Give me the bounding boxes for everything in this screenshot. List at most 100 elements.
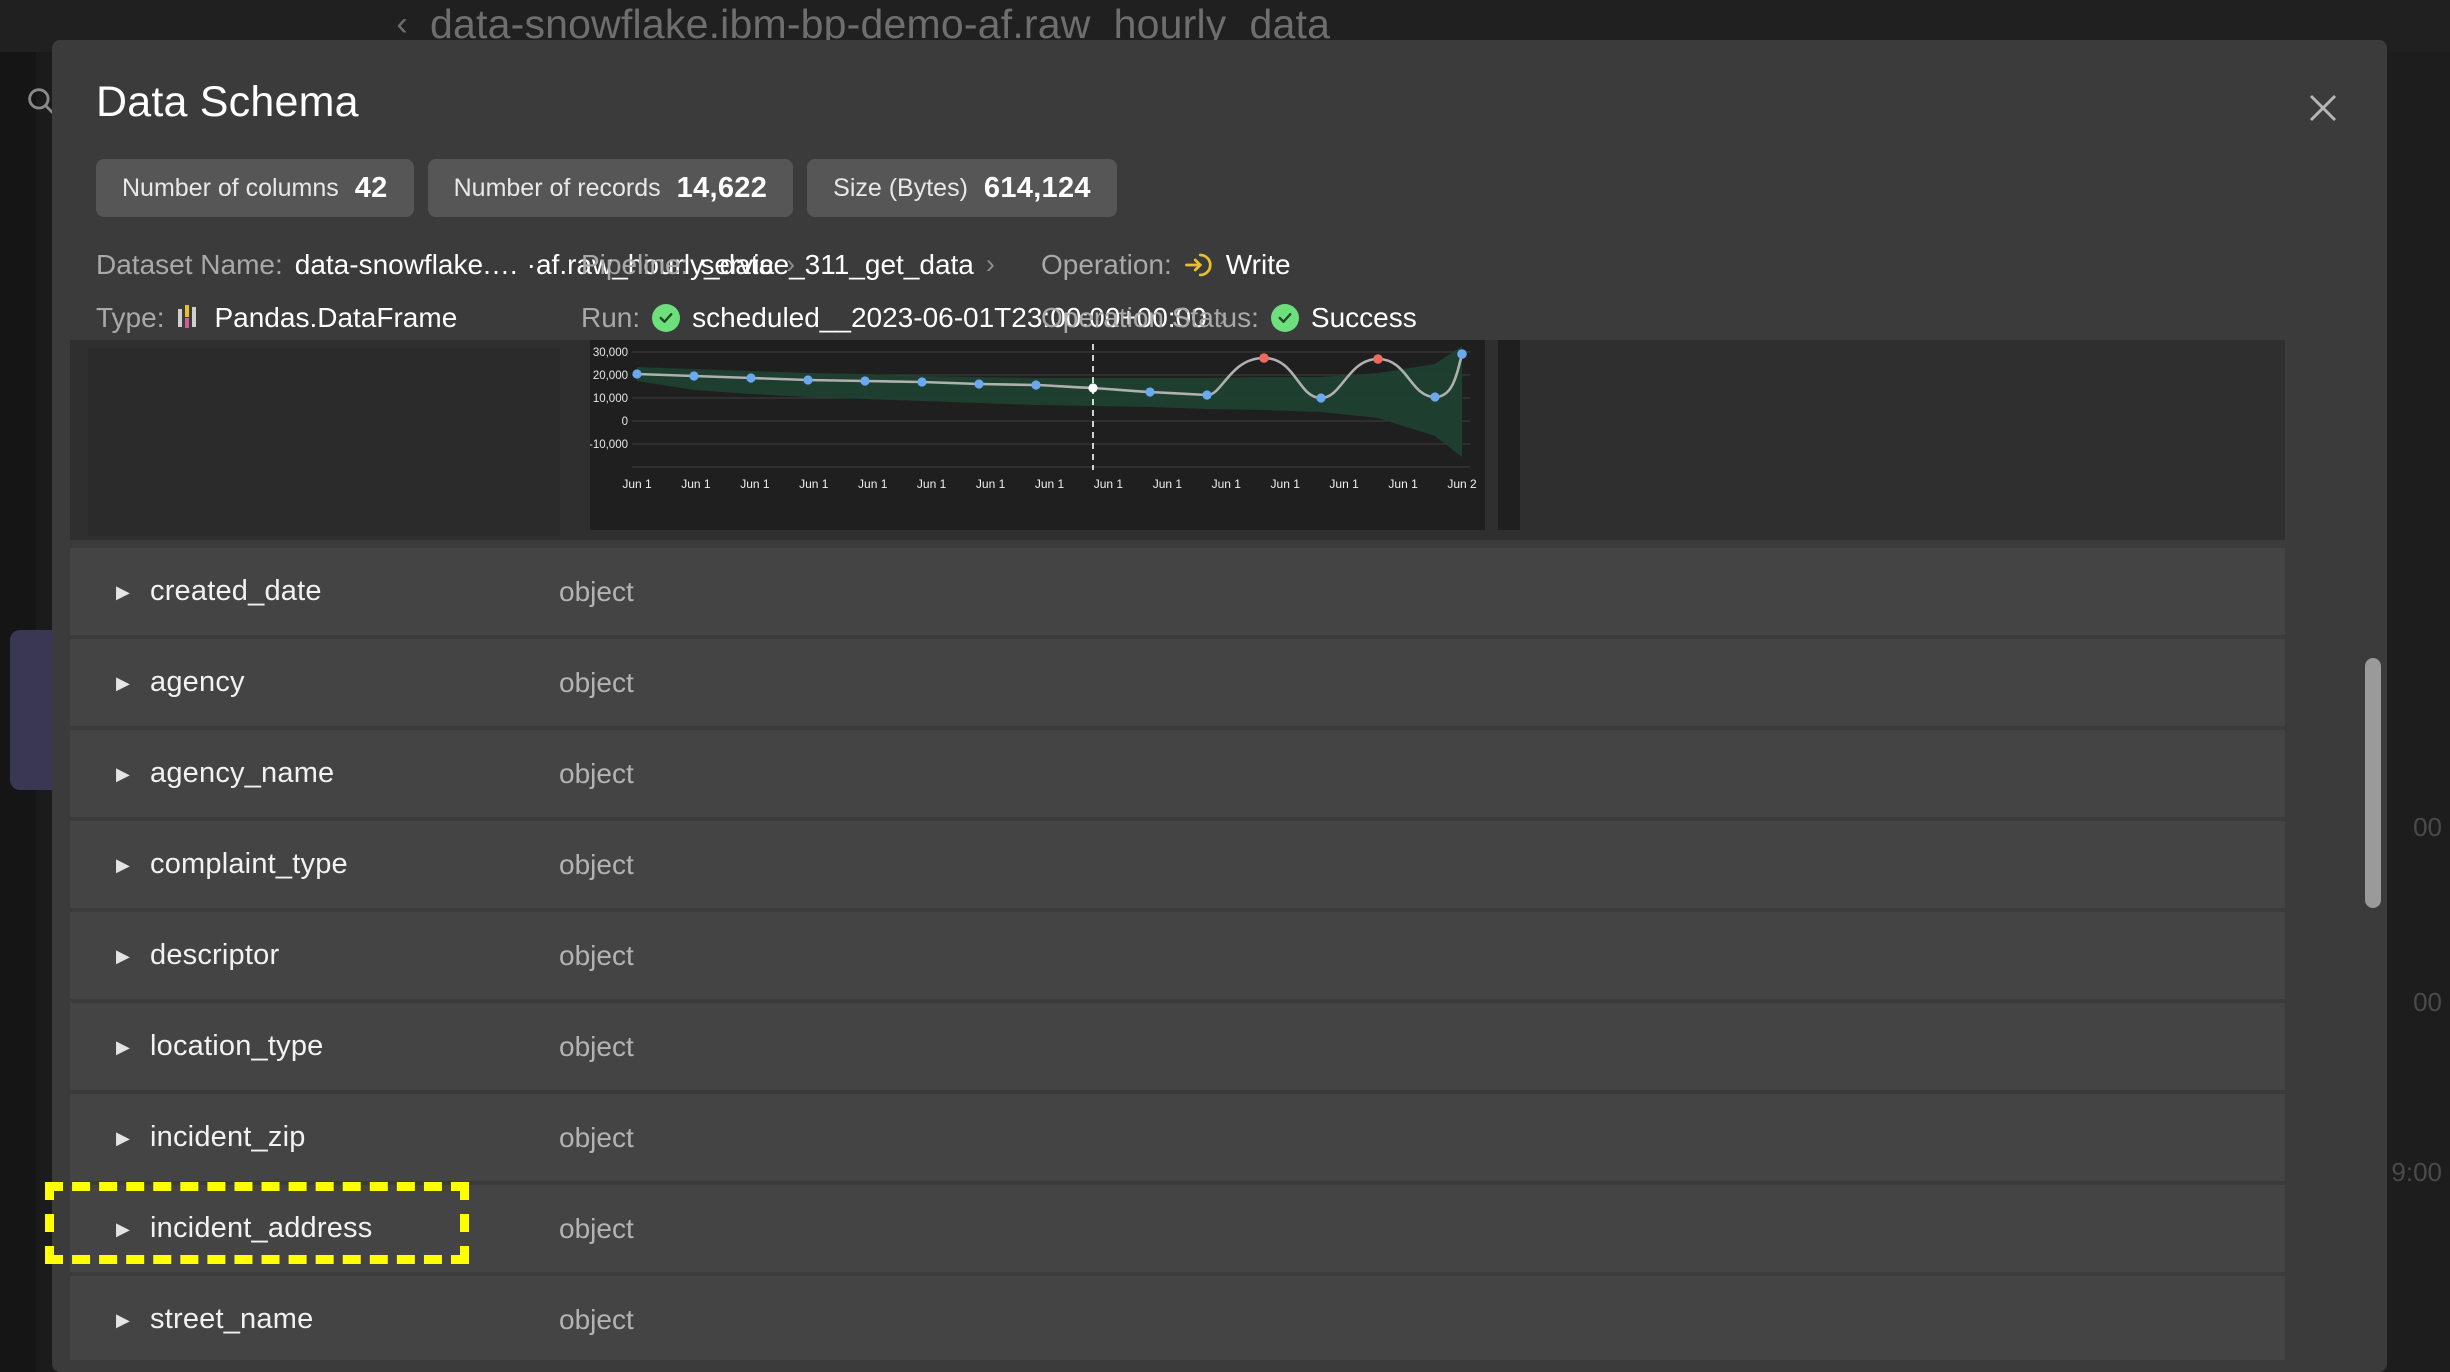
column-type: object [559,1031,634,1063]
svg-text:-10,000: -10,000 [590,439,628,451]
stat-size-bytes: Size (Bytes) 614,124 [807,159,1117,217]
column-type: object [559,758,634,790]
ghost-value-2: 00 [2413,987,2442,1018]
table-row[interactable]: ▶ incident_zip object [70,1094,2285,1181]
operation-status-label: Operation Status: [1041,302,1259,334]
expand-caret-icon[interactable]: ▶ [116,1220,134,1238]
stat-label: Number of columns [122,174,339,203]
page-title: Data Schema [96,78,359,127]
expand-caret-icon[interactable]: ▶ [116,765,134,783]
x-axis-tick-label: Jun 1 [1329,477,1359,491]
table-row[interactable]: ▶ descriptor object [70,912,2285,999]
ghost-value-1: 00 [2413,812,2442,843]
column-name: agency [150,666,245,699]
write-arrow-icon [1184,250,1214,280]
svg-text:10,000: 10,000 [593,393,628,405]
pipeline-label: Pipeline: [581,249,688,281]
data-schema-dialog: Data Schema Number of columns 42 Number … [52,40,2387,1372]
svg-text:30,000: 30,000 [593,347,628,359]
expand-caret-icon[interactable]: ▶ [116,583,134,601]
dataset-meta: Dataset Name: data-snowflake.… ·af.raw_h… [96,238,2336,344]
column-name: agency_name [150,757,334,790]
column-type: object [559,1122,634,1154]
column-type: object [559,667,634,699]
empty-preview-panel [88,348,560,536]
expand-caret-icon[interactable]: ▶ [116,856,134,874]
anomaly-point [1259,353,1269,363]
x-axis-tick-label: Jun 1 [1212,477,1242,491]
table-row[interactable]: ▶ agency object [70,639,2285,726]
x-axis-tick-label: Jun 1 [622,477,652,491]
x-axis-tick-label: Jun 1 [1153,477,1183,491]
table-row[interactable]: ▶ created_date object [70,548,2285,635]
stat-number-of-records: Number of records 14,622 [428,159,794,217]
stat-value: 614,124 [984,172,1091,205]
ghost-value-3: 9:00 [2391,1157,2442,1188]
column-name: created_date [150,575,322,608]
x-axis-tick-label: Jun 1 [681,477,711,491]
column-name: descriptor [150,939,279,972]
svg-text:0: 0 [622,416,628,428]
preview-panel: 30,000 20,000 10,000 0 -10,000 [70,340,2285,540]
expand-caret-icon[interactable]: ▶ [116,674,134,692]
dataframe-icon [176,303,202,333]
column-name: incident_address [150,1212,372,1245]
operation-label: Operation: [1041,249,1172,281]
column-name: complaint_type [150,848,348,881]
operation-status-value: Success [1311,302,1417,334]
type-label: Type: [96,302,164,334]
type-value: Pandas.DataFrame [214,302,457,334]
stat-value: 14,622 [677,172,768,205]
stat-label: Number of records [454,174,661,203]
column-type: object [559,1213,634,1245]
x-axis-tick-label: Jun 1 [976,477,1006,491]
operation-status-field: Operation Status: Success [1041,302,1417,334]
stat-value: 42 [355,172,388,205]
x-axis-tick-label: Jun 1 [858,477,888,491]
table-row[interactable]: ▶location_typeobject [70,1003,2285,1090]
anomaly-point [1373,354,1383,364]
table-row[interactable]: ▶ agency_name object [70,730,2285,817]
column-type: object [559,1304,634,1336]
schema-column-list[interactable]: ▶created_dateobject▶agencyobject▶agency_… [70,548,2285,1360]
forecast-chart[interactable]: 30,000 20,000 10,000 0 -10,000 [590,340,1485,530]
expand-caret-icon[interactable]: ▶ [116,1038,134,1056]
expand-caret-icon[interactable]: ▶ [116,1311,134,1329]
operation-value: Write [1226,249,1291,281]
stat-label: Size (Bytes) [833,174,968,203]
table-row[interactable]: ▶complaint_typeobject [70,821,2285,908]
chart-canvas: 30,000 20,000 10,000 0 -10,000 [590,340,1485,530]
x-axis-tick-label: Jun 2 [1447,477,1477,491]
type-field: Type: Pandas.DataFrame [96,302,457,334]
x-axis-tick-label: Jun 1 [917,477,947,491]
x-axis-tick-label: Jun 1 [1094,477,1124,491]
selected-point [1088,383,1097,392]
close-icon[interactable] [2295,80,2351,136]
run-label: Run: [581,302,640,334]
table-row[interactable]: ▶ street_name object [70,1276,2285,1360]
success-check-icon [652,304,680,332]
svg-text:20,000: 20,000 [593,370,628,382]
dialog-scrollbar-thumb[interactable] [2365,658,2381,908]
chevron-right-icon: › [986,249,995,280]
meta-row-1: Dataset Name: data-snowflake.… ·af.raw_h… [96,238,2336,291]
expand-caret-icon[interactable]: ▶ [116,1129,134,1147]
pipeline-field: Pipeline: service_311_get_data › [581,249,995,281]
success-check-icon [1271,304,1299,332]
column-type: object [559,576,634,608]
column-type: object [559,940,634,972]
pipeline-value[interactable]: service_311_get_data [700,249,973,281]
column-name: street_name [150,1303,313,1336]
expand-caret-icon[interactable]: ▶ [116,947,134,965]
meta-row-2: Type: Pandas.DataFrame Run: [96,291,2336,344]
summary-stats: Number of columns 42 Number of records 1… [96,159,1117,217]
table-row[interactable]: ▶ incident_address object [70,1185,2285,1272]
dialog-header: Data Schema [52,40,2387,156]
column-name: incident_zip [150,1121,306,1154]
dataset-name-label: Dataset Name: [96,249,283,281]
operation-field: Operation: Write [1041,249,1291,281]
x-axis-tick-label: Jun 1 [1388,477,1418,491]
x-axis-tick-label: Jun 1 [1271,477,1301,491]
preview-area: 30,000 20,000 10,000 0 -10,000 [70,340,2330,540]
x-axis-tick-label: Jun 1 [1035,477,1065,491]
